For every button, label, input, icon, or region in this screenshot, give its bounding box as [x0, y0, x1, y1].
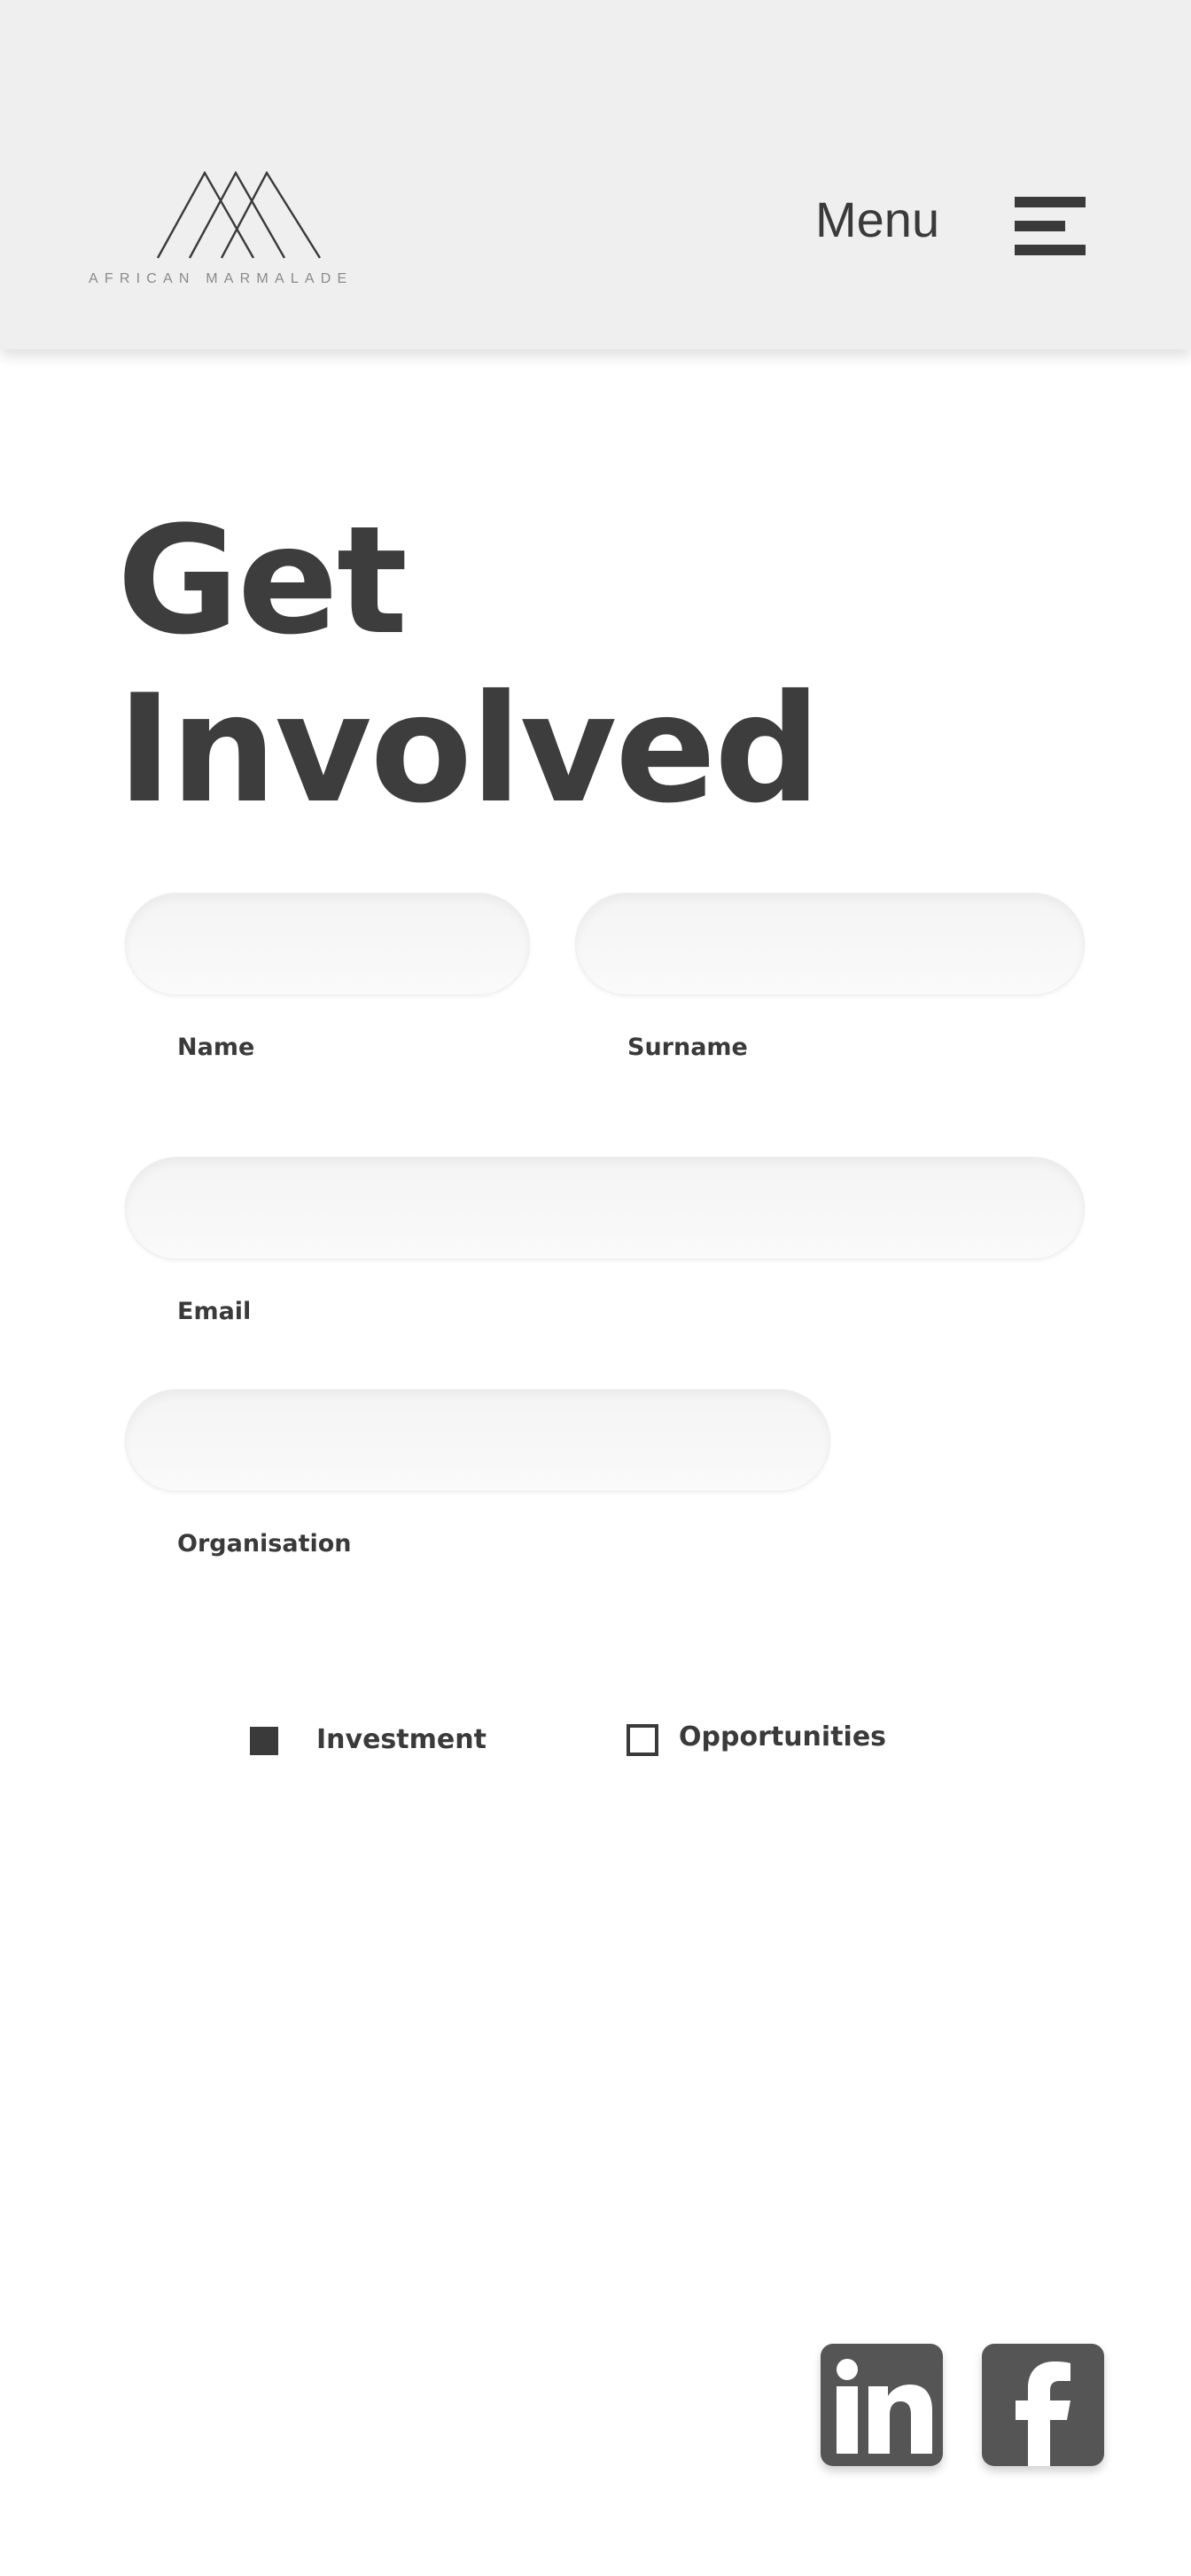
brand-name: AFRICAN MARMALADE — [89, 271, 354, 286]
facebook-icon — [1016, 2361, 1070, 2466]
linkedin-link[interactable] — [821, 2344, 943, 2466]
page-title-line-1: Get — [117, 494, 408, 667]
menu-label[interactable]: Menu — [815, 195, 939, 245]
page-title: Get Involved — [117, 494, 821, 836]
name-input[interactable] — [125, 893, 530, 995]
name-label: Name — [177, 1034, 255, 1061]
site-header: AFRICAN MARMALADE Menu — [0, 0, 1191, 349]
organisation-label: Organisation — [177, 1530, 352, 1557]
investment-label[interactable]: Investment — [316, 1727, 487, 1753]
mountain-peaks-logo — [156, 171, 322, 259]
surname-label: Surname — [627, 1034, 748, 1061]
opportunities-checkbox[interactable] — [627, 1724, 658, 1756]
email-label: Email — [177, 1298, 252, 1325]
hamburger-icon[interactable] — [1015, 197, 1086, 255]
surname-input[interactable] — [575, 893, 1085, 995]
organisation-input[interactable] — [125, 1389, 830, 1492]
linkedin-icon — [837, 2359, 932, 2454]
opportunities-label[interactable]: Opportunities — [679, 1724, 886, 1751]
page-title-line-2: Involved — [117, 662, 821, 836]
email-input[interactable] — [125, 1157, 1085, 1260]
investment-checkbox[interactable] — [250, 1727, 278, 1755]
facebook-link[interactable] — [982, 2344, 1104, 2466]
brand-logo[interactable]: AFRICAN MARMALADE — [89, 164, 399, 288]
